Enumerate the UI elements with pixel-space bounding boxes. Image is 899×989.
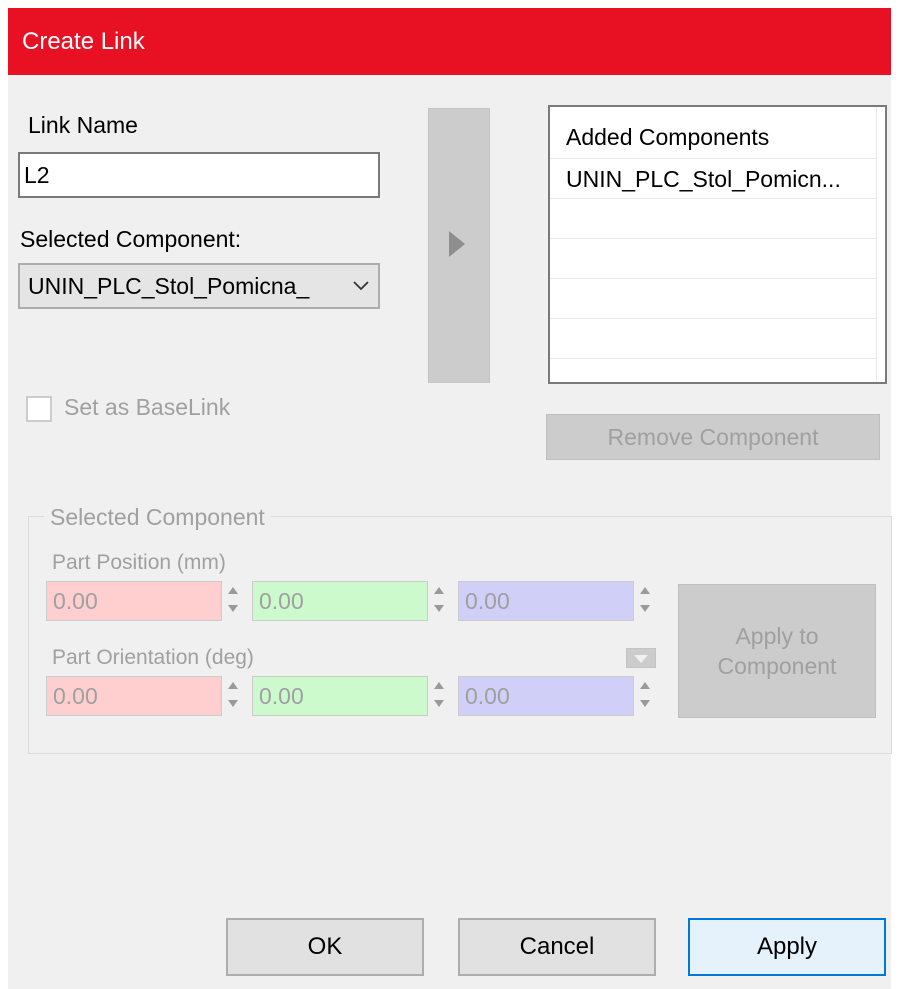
window-title: Create Link — [22, 28, 145, 55]
list-item-empty — [550, 199, 876, 239]
selected-component-value: UNIN_PLC_Stol_Pomicna_ — [28, 273, 310, 299]
up-down-arrows-icon[interactable] — [430, 676, 448, 716]
apply-button[interactable]: Apply — [688, 918, 886, 976]
title-bar: Create Link — [8, 8, 891, 75]
add-component-button[interactable] — [428, 108, 490, 383]
list-item-empty — [550, 279, 876, 319]
link-name-input[interactable]: L2 — [18, 152, 380, 198]
up-down-arrows-icon[interactable] — [430, 581, 448, 621]
selected-component-label: Selected Component: — [20, 226, 242, 252]
list-item-empty — [550, 239, 876, 279]
added-components-list[interactable]: Added Components UNIN_PLC_Stol_Pomicn... — [548, 105, 887, 384]
orientation-x-input[interactable]: 0.00 — [46, 676, 222, 716]
up-down-arrows-icon[interactable] — [224, 581, 242, 621]
orientation-z-input[interactable]: 0.00 — [458, 676, 634, 716]
orientation-y-input[interactable]: 0.00 — [252, 676, 428, 716]
position-x-input[interactable]: 0.00 — [46, 581, 222, 621]
create-link-dialog: Create Link Link Name L2 Selected Compon… — [8, 8, 892, 989]
chevron-down-icon — [352, 265, 370, 307]
list-item[interactable]: UNIN_PLC_Stol_Pomicn... — [550, 159, 876, 199]
up-down-arrows-icon[interactable] — [636, 581, 654, 621]
list-header: Added Components — [550, 115, 876, 159]
up-down-arrows-icon[interactable] — [224, 676, 242, 716]
ok-button[interactable]: OK — [226, 918, 424, 976]
selected-component-dropdown[interactable]: UNIN_PLC_Stol_Pomicna_ — [18, 263, 380, 309]
up-down-arrows-icon[interactable] — [636, 676, 654, 716]
list-item-empty — [550, 319, 876, 359]
part-orientation-label: Part Orientation (deg) — [52, 646, 254, 669]
apply-to-component-label-line1: Apply to — [735, 623, 819, 649]
apply-to-component-label-line2: Component — [717, 653, 837, 679]
apply-to-component-button[interactable]: Apply to Component — [678, 584, 876, 718]
base-link-label: Set as BaseLink — [64, 394, 231, 420]
list-column-divider — [876, 107, 877, 382]
part-position-label: Part Position (mm) — [52, 551, 226, 574]
orientation-dropdown-button[interactable] — [626, 648, 656, 668]
remove-component-button[interactable]: Remove Component — [546, 414, 880, 460]
base-link-checkbox[interactable] — [26, 396, 52, 422]
position-z-input[interactable]: 0.00 — [458, 581, 634, 621]
triangle-down-icon — [634, 655, 648, 663]
list-item-empty — [550, 359, 876, 382]
position-y-input[interactable]: 0.00 — [252, 581, 428, 621]
triangle-right-icon — [449, 231, 465, 257]
link-name-label: Link Name — [28, 112, 138, 138]
group-title: Selected Component — [44, 504, 271, 531]
cancel-button[interactable]: Cancel — [458, 918, 656, 976]
